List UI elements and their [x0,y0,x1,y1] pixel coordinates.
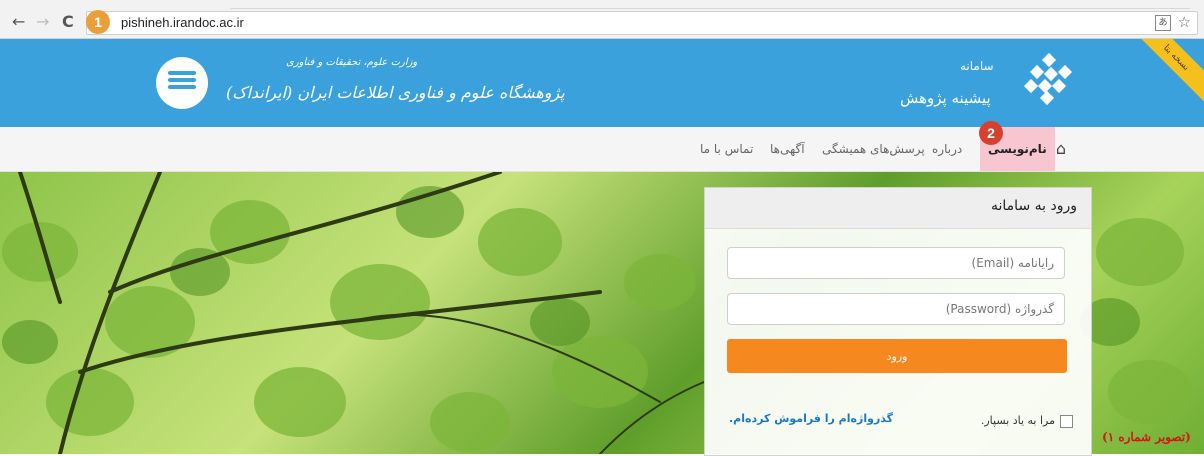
step-marker-2: 2 [979,121,1003,145]
menu-item-about[interactable]: درباره [932,127,962,171]
site-logo-icon [1023,52,1073,106]
figure-caption: (تصویر شماره ۱) [1102,430,1191,444]
back-icon[interactable]: ← [12,14,25,30]
remember-label: مرا به یاد بسپار. [980,414,1055,427]
menu-item-contact[interactable]: تماس با ما [700,127,753,171]
institute-name: پژوهشگاه علوم و فناوری اطلاعات ایران (ای… [226,83,565,102]
ministry-name: وزارت علوم، تحقیقات و فناوری [286,57,418,68]
step-marker-1: 1 [86,10,110,34]
main-menu: ⌂ نام‌نویسی درباره پرسش‌های همیشگی آگهی‌… [0,127,1204,172]
tab-strip-line [230,8,1190,9]
email-field[interactable] [727,247,1065,279]
login-header: ورود به سامانه [705,188,1091,229]
menu-item-faq[interactable]: پرسش‌های همیشگی [822,127,925,171]
remember-me[interactable]: مرا به یاد بسپار. [981,414,1073,428]
login-button[interactable]: ورود [727,339,1067,373]
forgot-password-link[interactable]: گذرواژه‌ام را فراموش کرده‌ام. [729,412,893,425]
url-text[interactable]: pishineh.irandoc.ac.ir [121,15,244,30]
bookmark-star-icon[interactable]: ☆ [1178,13,1191,31]
email-input[interactable] [728,248,1064,278]
password-field[interactable] [727,293,1065,325]
site-header: نسخه بتا سامانه پیشینه پژوهش وزارت علوم،… [0,39,1204,127]
login-panel: ورود به سامانه ورود مرا به یاد بسپار. گذ… [704,187,1092,456]
forward-icon[interactable]: → [36,14,49,30]
brand-subtitle: سامانه [960,59,994,73]
password-input[interactable] [728,294,1064,324]
translate-icon[interactable]: あ [1155,15,1171,31]
browser-toolbar: ← → C pishineh.irandoc.ac.ir あ ☆ 1 [0,0,1204,39]
brand-title: پیشینه پژوهش [900,89,991,107]
irandoc-logo-icon [156,57,208,109]
login-title: ورود به سامانه [991,198,1077,214]
menu-item-announcements[interactable]: آگهی‌ها [770,127,805,171]
remember-checkbox[interactable] [1060,414,1073,428]
reload-icon[interactable]: C [62,14,74,30]
address-bar[interactable]: pishineh.irandoc.ac.ir あ ☆ [86,11,1198,35]
beta-ribbon: نسخه بتا [1125,39,1204,109]
